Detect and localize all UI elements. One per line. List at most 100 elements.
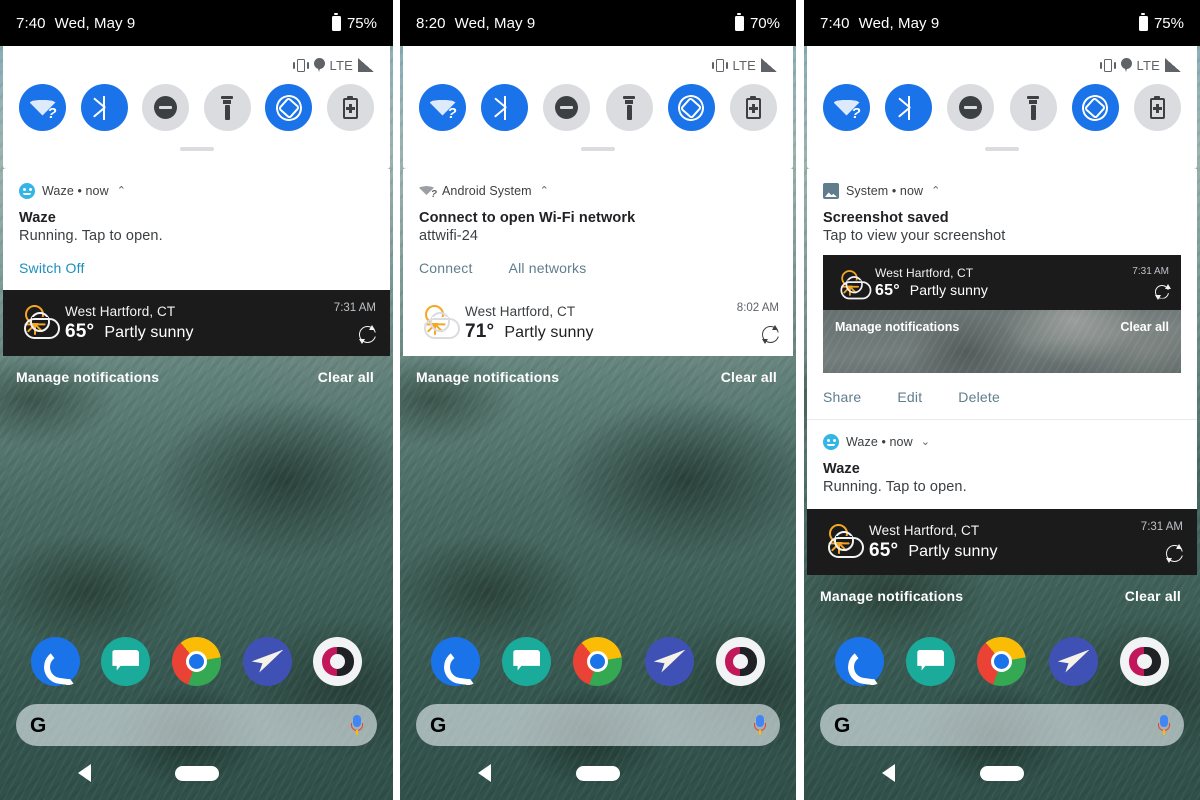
google-g-icon: G	[834, 713, 851, 737]
bluetooth-tile[interactable]	[885, 84, 933, 131]
weather-location: West Hartford, CT	[869, 522, 980, 538]
notification-title: Screenshot saved	[823, 210, 949, 226]
notification-title: Connect to open Wi-Fi network	[419, 210, 636, 226]
do-not-disturb-tile[interactable]	[543, 84, 591, 131]
home-pill-icon[interactable]	[174, 765, 219, 781]
wifi-tile[interactable]: ?	[19, 84, 66, 131]
auto-rotate-tile[interactable]	[1071, 84, 1119, 131]
do-not-disturb-tile[interactable]	[947, 84, 995, 131]
chrome-icon[interactable]	[977, 636, 1027, 686]
photos-icon[interactable]	[313, 636, 363, 686]
notification-waze[interactable]: Waze • now ⌃ Waze Running. Tap to open. …	[3, 169, 390, 290]
bluetooth-tile[interactable]	[80, 84, 128, 131]
dock	[400, 631, 796, 691]
photos-icon[interactable]	[1119, 636, 1169, 686]
weather-notification[interactable]: West Hartford, CT 71° Partly sunny 8:02 …	[403, 290, 793, 356]
preview-weather-timestamp: 7:31 AM	[1132, 265, 1169, 277]
refresh-icon	[1155, 283, 1171, 300]
phone-icon[interactable]	[30, 636, 80, 686]
qs-status-icons: LTE	[403, 54, 793, 76]
google-search-bar[interactable]: G	[16, 704, 377, 746]
image-icon	[823, 183, 839, 199]
preview-manage-notifications-label: Manage notifications	[835, 320, 960, 334]
all-networks-button[interactable]: All networks	[509, 260, 587, 276]
clear-all-button[interactable]: Clear all	[721, 369, 777, 385]
microphone-icon[interactable]	[754, 714, 766, 736]
status-bar-left: 7:40 Wed, May 9	[820, 15, 939, 32]
preview-weather-location: West Hartford, CT	[875, 265, 974, 280]
battery-plus-icon	[745, 96, 761, 119]
phone-icon[interactable]	[431, 636, 481, 686]
wifi-question-icon: ?	[29, 98, 57, 121]
microphone-icon[interactable]	[351, 714, 363, 736]
notification-waze[interactable]: Waze • now ⌄ Waze Running. Tap to open.	[807, 419, 1197, 509]
chrome-icon[interactable]	[573, 636, 623, 686]
google-search-bar[interactable]: G	[416, 704, 780, 746]
wifi-tile[interactable]: ?	[823, 84, 870, 131]
chrome-icon[interactable]	[171, 636, 221, 686]
messages-icon[interactable]	[101, 636, 151, 686]
manage-notifications-button[interactable]: Manage notifications	[820, 588, 963, 604]
chevron-up-icon[interactable]: ⌃	[540, 185, 549, 197]
qs-status-icons: LTE	[3, 54, 390, 76]
flashlight-tile[interactable]	[605, 84, 653, 131]
gmail-send-icon[interactable]	[242, 636, 292, 686]
preview-weather-meta: 7:31 AM	[1132, 265, 1171, 300]
do-not-disturb-icon	[154, 96, 178, 119]
phone-panel-2: 8:20 Wed, May 9 70% LTE ? ? Android Syst…	[400, 0, 796, 800]
quick-settings-panel: LTE ?	[807, 46, 1197, 169]
refresh-icon[interactable]	[359, 325, 376, 344]
home-pill-icon[interactable]	[980, 765, 1024, 781]
qs-drag-handle[interactable]	[581, 147, 615, 151]
weather-notification[interactable]: West Hartford, CT 65° Partly sunny 7:31 …	[807, 509, 1197, 575]
screenshot-preview-image[interactable]: West Hartford, CT 65° Partly sunny 7:31 …	[823, 255, 1181, 373]
messages-icon[interactable]	[906, 636, 956, 686]
auto-rotate-tile[interactable]	[667, 84, 715, 131]
microphone-icon[interactable]	[1158, 714, 1170, 736]
weather-notification[interactable]: West Hartford, CT 65° Partly sunny 7:31 …	[3, 290, 390, 356]
photos-icon[interactable]	[715, 636, 765, 686]
bluetooth-tile[interactable]	[481, 84, 529, 131]
connect-button[interactable]: Connect	[419, 260, 473, 276]
home-pill-icon[interactable]	[576, 765, 620, 781]
battery-saver-tile[interactable]	[729, 84, 777, 131]
edit-button[interactable]: Edit	[897, 389, 922, 405]
flashlight-tile[interactable]	[203, 84, 251, 131]
back-icon[interactable]	[478, 764, 491, 782]
notification-android-system[interactable]: ? Android System ⌃ Connect to open Wi-Fi…	[403, 169, 793, 290]
wifi-question-small-icon: ?	[419, 183, 437, 200]
back-icon[interactable]	[882, 764, 895, 782]
auto-rotate-icon	[272, 91, 305, 124]
battery-saver-tile[interactable]	[1133, 84, 1181, 131]
refresh-icon[interactable]	[762, 325, 779, 344]
gmail-send-icon[interactable]	[644, 636, 694, 686]
delete-button[interactable]: Delete	[958, 389, 1000, 405]
navigation-bar	[400, 746, 796, 800]
back-icon[interactable]	[78, 764, 91, 782]
auto-rotate-tile[interactable]	[265, 84, 313, 131]
chevron-up-icon[interactable]: ⌃	[931, 185, 940, 197]
manage-notifications-button[interactable]: Manage notifications	[16, 369, 159, 385]
clear-all-button[interactable]: Clear all	[318, 369, 374, 385]
chevron-down-icon[interactable]: ⌄	[921, 436, 930, 448]
manage-notifications-button[interactable]: Manage notifications	[416, 369, 559, 385]
messages-icon[interactable]	[502, 636, 552, 686]
phone-icon[interactable]	[835, 636, 885, 686]
flashlight-tile[interactable]	[1009, 84, 1057, 131]
google-search-bar[interactable]: G	[820, 704, 1184, 746]
share-button[interactable]: Share	[823, 389, 861, 405]
clear-all-button[interactable]: Clear all	[1125, 588, 1181, 604]
battery-saver-tile[interactable]	[326, 84, 374, 131]
notification-screenshot[interactable]: System • now ⌃ Screenshot saved Tap to v…	[807, 169, 1197, 419]
do-not-disturb-tile[interactable]	[142, 84, 190, 131]
battery-icon	[1138, 12, 1148, 31]
switch-off-button[interactable]: Switch Off	[19, 260, 85, 276]
refresh-icon[interactable]	[1166, 544, 1183, 563]
network-type-label: LTE	[1136, 57, 1160, 73]
chevron-up-icon[interactable]: ⌃	[117, 185, 126, 197]
qs-drag-handle[interactable]	[985, 147, 1019, 151]
qs-drag-handle[interactable]	[179, 147, 214, 151]
auto-rotate-icon	[1079, 91, 1112, 124]
gmail-send-icon[interactable]	[1048, 636, 1098, 686]
wifi-tile[interactable]: ?	[419, 84, 466, 131]
